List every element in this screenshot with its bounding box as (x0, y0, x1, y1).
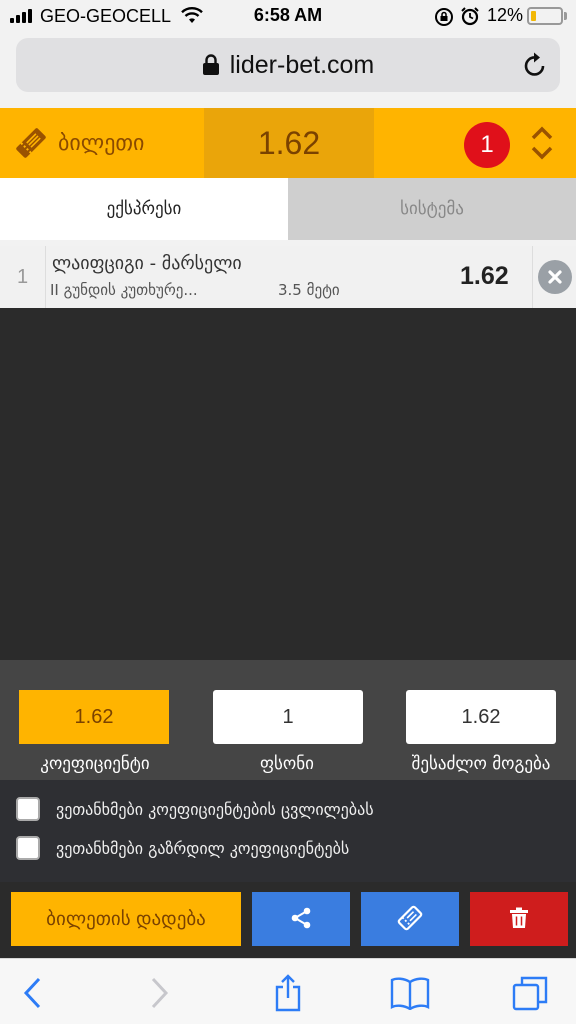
bet-odds: 1.62 (460, 262, 509, 290)
alarm-icon (460, 6, 480, 31)
ticket-header[interactable]: ბილეთი 1.62 1 (0, 108, 576, 178)
accept-odds-change-option[interactable]: ვეთანხმები კოეფიციენტების ცვლილებას (16, 797, 374, 821)
battery-icon (527, 7, 563, 25)
accept-odds-change-checkbox[interactable] (16, 797, 40, 821)
stake-label: ფსონი (260, 754, 314, 774)
bet-type-tabs: ექსპრესი სისტემა (0, 178, 576, 240)
bet-outcome: 3.5 მეტი (278, 281, 340, 299)
battery-percent: 12% (487, 5, 524, 25)
back-icon[interactable] (10, 973, 54, 1013)
trash-icon (509, 907, 529, 932)
bet-divider (532, 246, 533, 308)
bet-selection-row: 1 ლაიფციგი - მარსელი II გუნდის კუთხურე..… (0, 246, 576, 308)
empty-area (0, 308, 576, 660)
ticket-title: ბილეთი (58, 130, 145, 156)
battery-tip (564, 12, 567, 20)
tab-system[interactable]: სისტემა (288, 178, 576, 240)
remove-bet-icon[interactable] (538, 260, 572, 294)
share-icon (290, 907, 312, 932)
ticket-icon (14, 126, 48, 160)
address-bar[interactable]: lider-bet.com (16, 38, 560, 92)
tab-express[interactable]: ექსპრესი (0, 178, 288, 240)
delete-button[interactable] (470, 892, 568, 946)
accept-odds-change-label: ვეთანხმები კოეფიციენტების ცვლილებას (56, 799, 374, 819)
odds-field: 1.62 (19, 690, 169, 744)
bet-number: 1 (0, 246, 46, 308)
accept-increased-odds-option[interactable]: ვეთანხმები გაზრდილ კოეფიციენტებს (16, 836, 349, 860)
tabs-icon[interactable] (508, 973, 552, 1013)
browser-address-area: lider-bet.com (0, 32, 576, 108)
expand-collapse-icon[interactable] (530, 125, 554, 165)
ticket-total-odds: 1.62 (204, 108, 374, 178)
possible-win-label: შესაძლო მოგება (411, 754, 551, 774)
reload-icon[interactable] (522, 51, 548, 86)
possible-win-field: 1.62 (406, 690, 556, 744)
amount-panel: 1.62 1 1.62 კოეფიციენტი ფსონი შესაძლო მო… (0, 660, 576, 780)
ticket-button[interactable] (361, 892, 459, 946)
rotation-lock-icon (434, 7, 454, 32)
odds-label: კოეფიციენტი (40, 754, 150, 774)
accept-increased-odds-checkbox[interactable] (16, 836, 40, 860)
accept-increased-odds-label: ვეთანხმები გაზრდილ კოეფიციენტებს (56, 838, 350, 858)
options-panel: ვეთანხმები კოეფიციენტების ცვლილებას ვეთა… (0, 780, 576, 882)
ticket-title-area: ბილეთი (0, 108, 204, 178)
selection-count-badge: 1 (464, 122, 510, 168)
share-page-icon[interactable] (266, 973, 310, 1013)
share-button[interactable] (252, 892, 350, 946)
status-bar: GEO-GEOCELL 6:58 AM 12% (0, 0, 576, 32)
forward-icon[interactable] (138, 973, 182, 1013)
stake-input[interactable]: 1 (213, 690, 363, 744)
bookmarks-icon[interactable] (388, 973, 432, 1013)
action-bar: ბილეთის დადება (0, 882, 576, 958)
ticket-icon (397, 905, 423, 934)
bet-match: ლაიფციგი - მარსელი (52, 253, 242, 274)
bet-market: II გუნდის კუთხურე... (50, 281, 198, 299)
lock-icon (202, 54, 220, 76)
browser-toolbar (0, 958, 576, 1024)
place-bet-button[interactable]: ბილეთის დადება (11, 892, 241, 946)
url-text: lider-bet.com (229, 50, 375, 79)
